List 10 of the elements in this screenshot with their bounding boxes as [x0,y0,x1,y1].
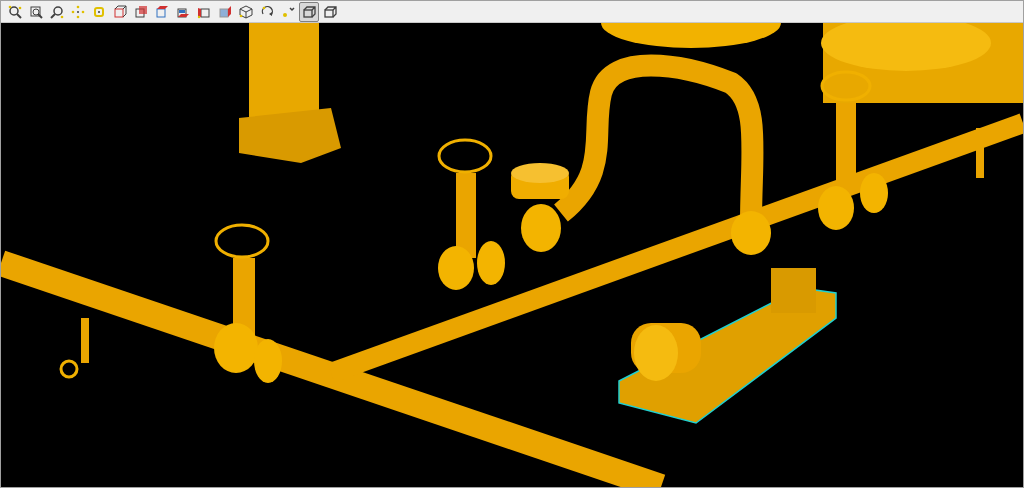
target-icon [92,4,106,19]
dots-cross-icon [71,4,85,19]
box-icon [323,4,337,19]
point-icon [281,4,295,19]
magnifier-icon [50,4,64,19]
rotate-arrow-icon [260,4,274,19]
magnifier-icon [8,4,22,19]
box-icon [302,4,316,19]
toolbar-button[interactable] [299,1,319,22]
zoom-box-icon [29,4,43,19]
